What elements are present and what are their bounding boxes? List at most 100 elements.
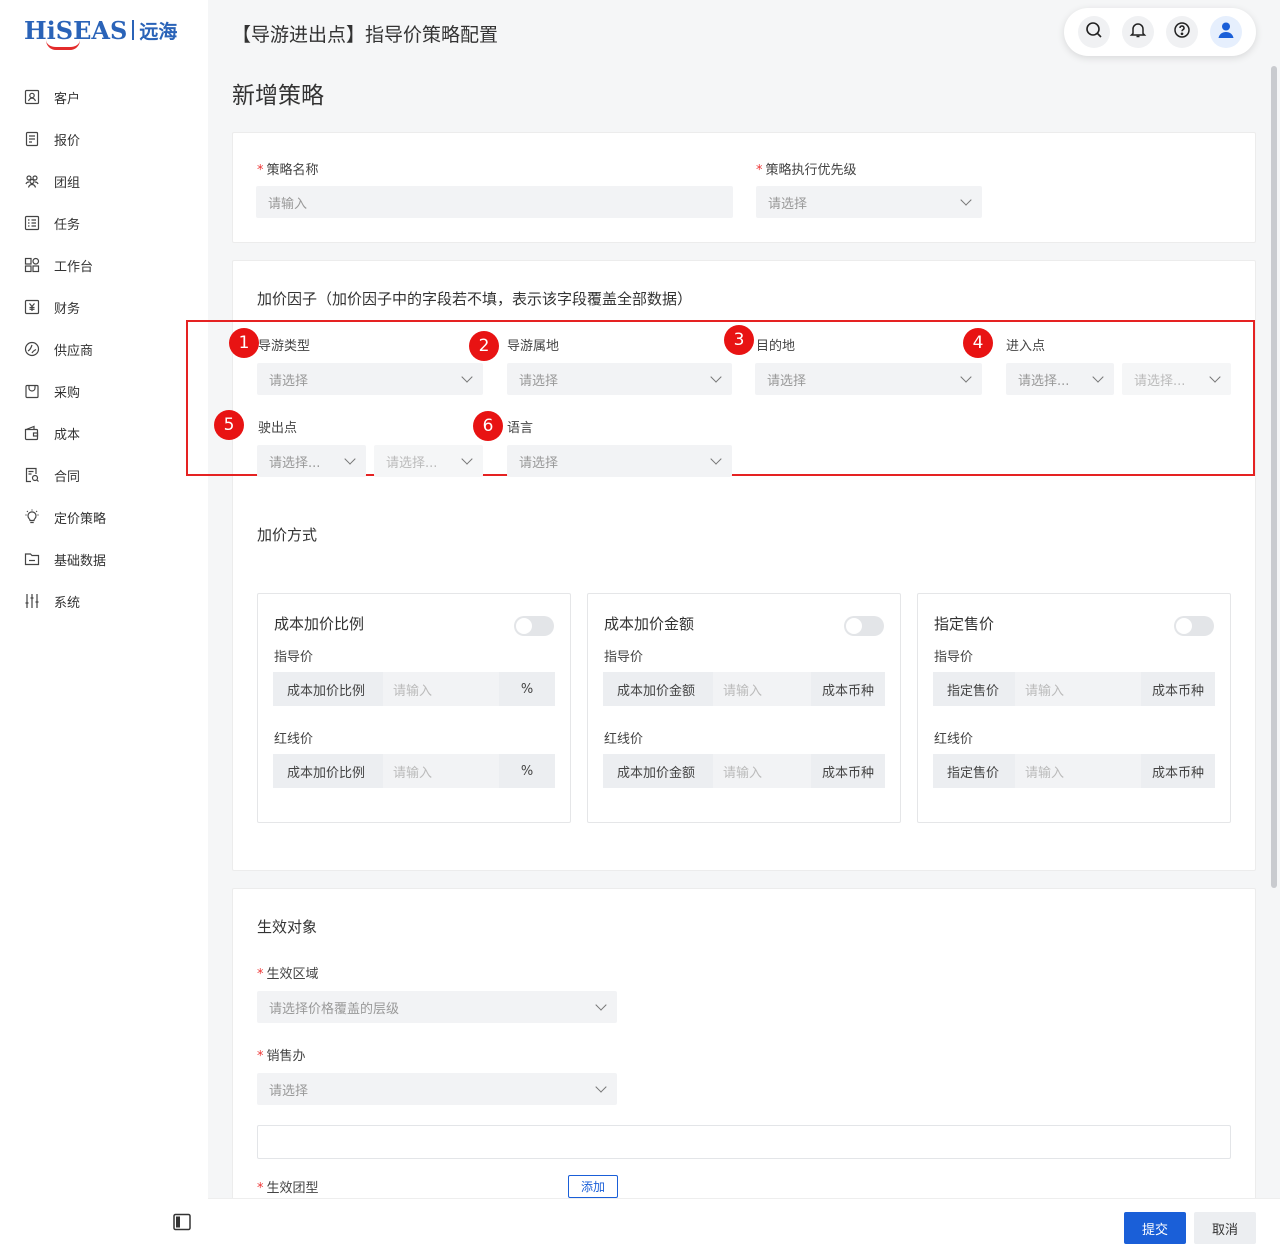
sidebar-item-supplier[interactable]: 供应商	[0, 328, 208, 370]
sidebar-item-system[interactable]: 系统	[0, 580, 208, 622]
form-title: 新增策略	[232, 83, 324, 109]
annotation-badge: 3	[724, 325, 754, 355]
select-placeholder: 请选择	[519, 455, 559, 471]
submit-button[interactable]: 提交	[1124, 1212, 1186, 1244]
region-select[interactable]: 请选择价格覆盖的层级	[257, 991, 617, 1023]
destination-select[interactable]: 请选择	[755, 363, 982, 395]
sidebar-item-base-data[interactable]: 基础数据	[0, 538, 208, 580]
help-button[interactable]	[1166, 16, 1198, 48]
priority-select[interactable]: 请选择	[756, 186, 982, 218]
input-prefix: 成本加价金额	[603, 672, 713, 706]
quote-icon	[24, 131, 40, 147]
sidebar-item-customer[interactable]: 客户	[0, 76, 208, 118]
entry-point-select-secondary[interactable]: 请选择...	[1122, 363, 1231, 395]
sidebar-item-label: 客户	[54, 91, 81, 107]
chevron-down-icon	[710, 371, 722, 383]
sliders-icon	[24, 593, 40, 609]
chevron-down-icon	[710, 453, 722, 465]
sidebar-item-cost[interactable]: 成本	[0, 412, 208, 454]
guide-price-input[interactable]: 请输入	[713, 672, 811, 706]
chevron-down-icon	[595, 1081, 607, 1093]
input-suffix: %	[499, 672, 555, 706]
cancel-button[interactable]: 取消	[1194, 1212, 1256, 1244]
method-toggle[interactable]	[514, 616, 554, 636]
region-label: * 生效区域	[257, 963, 319, 982]
sales-office-select[interactable]: 请选择	[257, 1073, 617, 1105]
red-line-price-input[interactable]: 请输入	[383, 754, 499, 788]
logo-cn-text: 远海	[139, 20, 178, 43]
red-line-price-input[interactable]: 请输入	[713, 754, 811, 788]
sidebar-item-group[interactable]: 团组	[0, 160, 208, 202]
brand-logo[interactable]: HiSEAS 远海	[24, 12, 178, 50]
input-prefix: 指定售价	[933, 754, 1015, 788]
input-prefix: 指定售价	[933, 672, 1015, 706]
select-placeholder: 请选择...	[1018, 373, 1070, 389]
guide-home-select[interactable]: 请选择	[507, 363, 732, 395]
sidebar-item-label: 财务	[54, 301, 81, 317]
sidebar-item-contract[interactable]: 合同	[0, 454, 208, 496]
search-icon	[1085, 21, 1103, 43]
bulb-icon	[24, 509, 40, 525]
sidebar-item-purchase[interactable]: 采购	[0, 370, 208, 412]
annotation-badge: 6	[473, 411, 503, 441]
sidebar-item-pricing-strategy[interactable]: 定价策略	[0, 496, 208, 538]
method-toggle[interactable]	[1174, 616, 1214, 636]
input-prefix: 成本加价金额	[603, 754, 713, 788]
red-line-price-label: 红线价	[934, 732, 974, 747]
sidebar-item-label: 团组	[54, 175, 81, 191]
currency-suffix[interactable]: 成本币种	[811, 754, 885, 788]
sales-office-label-text: 销售办	[266, 1049, 306, 1064]
sidebar-item-workbench[interactable]: 工作台	[0, 244, 208, 286]
guide-price-label: 指导价	[274, 650, 314, 665]
logo-smile-icon	[46, 40, 80, 50]
guide-price-input[interactable]: 请输入	[1015, 672, 1141, 706]
select-placeholder: 请选择	[519, 373, 559, 389]
chevron-down-icon	[1209, 371, 1221, 383]
select-placeholder: 请选择...	[1134, 373, 1186, 389]
language-select[interactable]: 请选择	[507, 445, 732, 477]
purchase-icon	[24, 383, 40, 399]
strategy-name-input[interactable]: 请输入	[256, 186, 733, 218]
entry-point-label: 进入点	[1006, 339, 1046, 354]
guide-type-select[interactable]: 请选择	[257, 363, 483, 395]
search-button[interactable]	[1078, 16, 1110, 48]
sidebar-item-label: 任务	[54, 217, 81, 233]
chevron-down-icon	[960, 194, 972, 206]
sidebar-item-quote[interactable]: 报价	[0, 118, 208, 160]
guide-price-input[interactable]: 请输入	[383, 672, 499, 706]
select-placeholder: 请选择	[767, 373, 807, 389]
method-card-cost-amount: 成本加价金额 指导价 成本加价金额 请输入 成本币种 红线价 成本加价金额 请输…	[587, 593, 901, 823]
add-tour-type-button[interactable]: 添加	[568, 1175, 618, 1198]
method-toggle[interactable]	[844, 616, 884, 636]
required-mark: *	[756, 163, 763, 178]
wallet-icon	[24, 425, 40, 441]
select-placeholder: 请选择价格覆盖的层级	[269, 1001, 400, 1017]
sidebar-collapse-icon[interactable]	[172, 1212, 192, 1232]
top-toolbar	[1064, 8, 1256, 56]
exit-point-select-secondary[interactable]: 请选择...	[374, 445, 483, 477]
currency-suffix[interactable]: 成本币种	[811, 672, 885, 706]
chevron-down-icon	[960, 371, 972, 383]
sidebar-item-label: 合同	[54, 469, 81, 485]
entry-point-select-primary[interactable]: 请选择...	[1006, 363, 1114, 395]
currency-suffix[interactable]: 成本币种	[1141, 672, 1215, 706]
avatar[interactable]	[1210, 16, 1242, 48]
sidebar-item-task[interactable]: 任务	[0, 202, 208, 244]
notification-button[interactable]	[1122, 16, 1154, 48]
annotation-badge: 5	[214, 410, 244, 440]
sidebar-item-finance[interactable]: 财务	[0, 286, 208, 328]
red-line-price-label: 红线价	[604, 732, 644, 747]
currency-suffix[interactable]: 成本币种	[1141, 754, 1215, 788]
exit-point-select-primary[interactable]: 请选择...	[257, 445, 366, 477]
sidebar-item-label: 系统	[54, 595, 81, 611]
guide-price-label: 指导价	[934, 650, 974, 665]
input-placeholder: 请输入	[268, 196, 308, 212]
red-line-price-input[interactable]: 请输入	[1015, 754, 1141, 788]
guide-price-label: 指导价	[604, 650, 644, 665]
priority-label: * 策略执行优先级	[756, 159, 857, 178]
guide-price-input-group: 指定售价 请输入 成本币种	[933, 672, 1215, 706]
strategy-name-label-text: 策略名称	[266, 163, 319, 178]
sales-office-tag-area[interactable]	[257, 1125, 1231, 1159]
contract-icon	[24, 467, 40, 483]
page-scrollbar[interactable]	[1271, 66, 1277, 888]
